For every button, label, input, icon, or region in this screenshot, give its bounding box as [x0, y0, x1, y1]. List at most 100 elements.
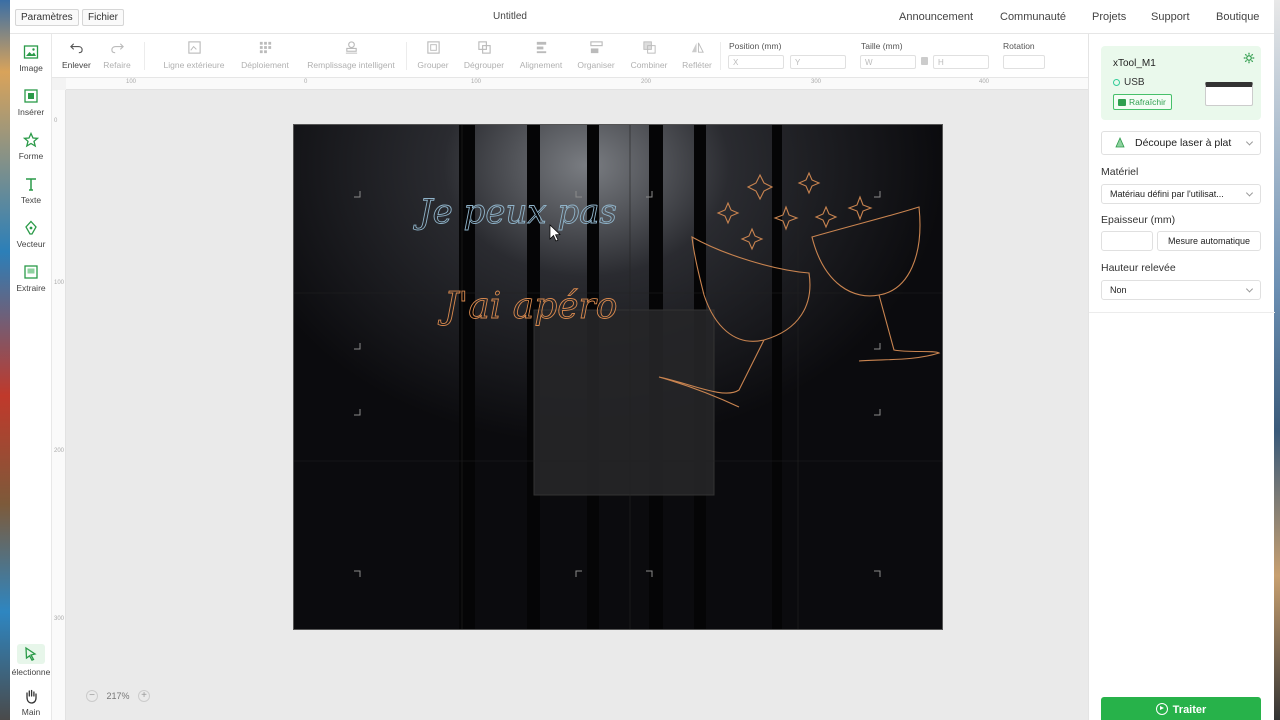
reflect-icon — [691, 42, 704, 53]
lift-height-select[interactable]: Non — [1101, 280, 1261, 300]
top-bar: Paramètres Fichier Untitled Announcement… — [10, 0, 1274, 34]
combine-label: Combiner — [630, 60, 668, 70]
reflect-button[interactable]: Refléter — [678, 40, 716, 74]
nav-community[interactable]: Communauté — [1000, 11, 1066, 23]
nav-shop[interactable]: Boutique — [1216, 11, 1259, 23]
top-toolbar: Enlever Refaire Ligne extérieure Déploie… — [52, 34, 1088, 78]
ungroup-label: Dégrouper — [463, 60, 505, 70]
insert-tool[interactable]: Insérer — [10, 88, 52, 128]
size-h-input[interactable]: H — [933, 55, 989, 69]
ruler-tick: 100 — [126, 79, 137, 85]
lock-ratio-icon[interactable] — [921, 57, 928, 65]
ruler-tick: 0 — [304, 79, 308, 85]
toolbar-separator — [720, 42, 721, 70]
select-tool-label: électionne — [11, 667, 51, 677]
camera-image: Je peux pas J'ai apéro — [294, 125, 942, 629]
extract-icon — [24, 265, 38, 279]
camera-preview[interactable]: Je peux pas J'ai apéro — [293, 124, 943, 630]
panel-divider — [1089, 312, 1275, 313]
device-name: xTool_M1 — [1113, 58, 1156, 69]
outline-button[interactable]: Ligne extérieure — [160, 40, 228, 74]
process-button[interactable]: Traiter — [1101, 697, 1261, 720]
position-x-input[interactable]: X — [728, 55, 784, 69]
combine-button[interactable]: Combiner — [628, 40, 670, 74]
shape-tool-label: Forme — [18, 151, 44, 161]
ruler-tick: 100 — [471, 79, 482, 85]
ruler-tick: 300 — [811, 79, 822, 85]
undo-label: Enlever — [62, 60, 91, 70]
camera-icon — [1118, 99, 1126, 106]
vector-tool-label: Vecteur — [16, 239, 46, 249]
nav-announcement[interactable]: Announcement — [899, 11, 973, 23]
canvas-text-2[interactable]: J'ai apéro — [437, 286, 618, 328]
align-button[interactable]: Alignement — [516, 40, 566, 74]
shape-tool[interactable]: Forme — [10, 132, 52, 172]
size-w-input[interactable]: W — [860, 55, 916, 69]
image-tool[interactable]: Image — [10, 44, 52, 84]
device-card: xTool_M1 USB Rafraîchir — [1101, 46, 1261, 120]
arrange-label: Organiser — [577, 60, 615, 70]
mode-select[interactable]: Découpe laser à plat — [1101, 131, 1261, 155]
connection-type: USB — [1124, 77, 1145, 88]
hand-tool[interactable]: Main — [10, 688, 52, 720]
group-button[interactable]: Grouper — [414, 40, 452, 74]
zoom-in-button[interactable]: + — [138, 690, 151, 702]
chevron-down-icon — [1245, 189, 1254, 197]
array-label: Déploiement — [241, 60, 289, 70]
extract-tool[interactable]: Extraire — [10, 264, 52, 304]
laser-icon — [1115, 137, 1125, 148]
connection-dot-icon — [1113, 79, 1120, 86]
horizontal-ruler: 100 0 100 200 300 400 — [66, 78, 1088, 90]
smart-fill-button[interactable]: Remplissage intelligent — [302, 40, 400, 74]
cursor-icon — [25, 646, 37, 662]
text-tool[interactable]: Texte — [10, 176, 52, 216]
lift-height-label: Hauteur relevée — [1101, 262, 1176, 274]
canvas-text-1[interactable]: Je peux pas — [413, 192, 618, 233]
ruler-tick: 200 — [54, 448, 65, 454]
redo-label: Refaire — [103, 60, 131, 70]
document-title: Untitled — [493, 11, 527, 22]
material-label: Matériel — [1101, 166, 1139, 178]
redo-button[interactable]: Refaire — [102, 40, 132, 74]
outline-icon — [187, 41, 201, 54]
ungroup-button[interactable]: Dégrouper — [460, 40, 508, 74]
canvas-area[interactable]: Je peux pas J'ai apéro − 217% + — [66, 90, 1088, 720]
right-panel: xTool_M1 USB Rafraîchir Découpe laser à … — [1088, 34, 1275, 720]
toolbar-separator — [406, 42, 407, 70]
grid-icon — [259, 41, 271, 54]
nav-projects[interactable]: Projets — [1092, 11, 1126, 23]
select-tool[interactable]: électionne — [10, 644, 52, 684]
file-button[interactable]: Fichier — [82, 9, 125, 26]
nav-support[interactable]: Support — [1151, 11, 1190, 23]
extract-tool-label: Extraire — [16, 283, 46, 293]
align-label: Alignement — [519, 60, 563, 70]
arrange-button[interactable]: Organiser — [574, 40, 618, 74]
gear-icon[interactable] — [1243, 52, 1255, 64]
settings-button[interactable]: Paramètres — [15, 9, 79, 26]
ruler-tick: 200 — [641, 79, 652, 85]
auto-measure-button[interactable]: Mesure automatique — [1157, 231, 1261, 251]
image-icon — [23, 45, 39, 59]
array-button[interactable]: Déploiement — [238, 40, 292, 74]
desktop-background-right — [1274, 0, 1280, 720]
connection-status: USB — [1113, 77, 1145, 88]
vector-tool[interactable]: Vecteur — [10, 220, 52, 260]
rotation-input[interactable] — [1003, 55, 1045, 69]
ruler-tick: 300 — [54, 616, 65, 622]
position-y-input[interactable]: Y — [790, 55, 846, 69]
vertical-ruler: 0 100 200 300 — [52, 90, 66, 720]
left-toolbar: Image Insérer Forme Texte Vecteur Extrai… — [10, 34, 52, 720]
material-value: Matériau défini par l'utilisat... — [1110, 189, 1224, 199]
material-select[interactable]: Matériau défini par l'utilisat... — [1101, 184, 1261, 204]
ungroup-icon — [477, 41, 491, 54]
outline-label: Ligne extérieure — [163, 60, 225, 70]
thickness-input[interactable] — [1101, 231, 1153, 251]
lift-height-value: Non — [1110, 285, 1127, 295]
size-label: Taille (mm) — [861, 41, 903, 51]
undo-button[interactable]: Enlever — [62, 40, 91, 74]
zoom-out-button[interactable]: − — [86, 690, 98, 702]
refresh-button[interactable]: Rafraîchir — [1113, 94, 1172, 110]
refresh-label: Rafraîchir — [1129, 97, 1166, 107]
process-label: Traiter — [1172, 704, 1207, 716]
star-icon — [23, 132, 39, 148]
